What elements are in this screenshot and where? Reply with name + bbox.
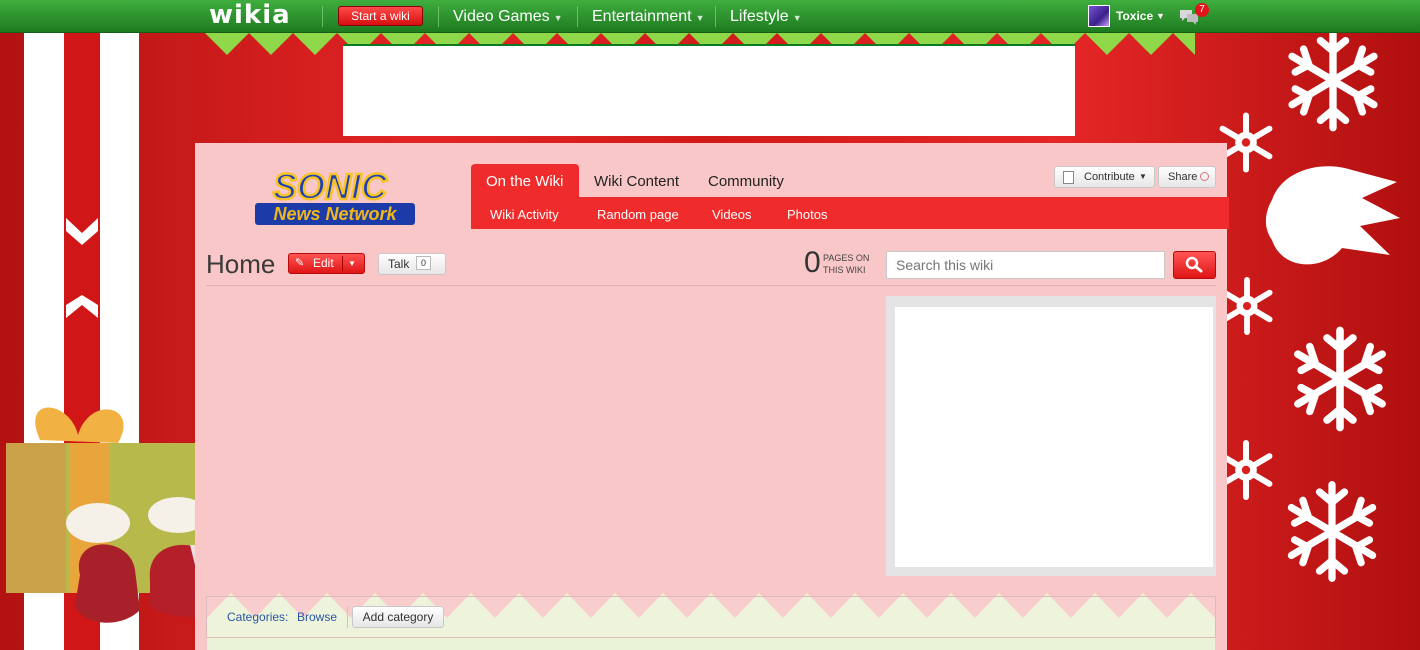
wikia-logo[interactable]: wikia bbox=[209, 0, 291, 33]
subnav-wiki-activity[interactable]: Wiki Activity bbox=[490, 198, 559, 232]
categories-label: Categories: bbox=[227, 610, 289, 624]
chevron-down-icon[interactable]: ▼ bbox=[1156, 0, 1165, 33]
subnav-videos[interactable]: Videos bbox=[712, 198, 752, 232]
rail-ad-slot bbox=[895, 307, 1213, 567]
subnav-random-page[interactable]: Random page bbox=[597, 198, 679, 232]
divider bbox=[322, 6, 323, 27]
page-count-label-line2: THIS WIKI bbox=[823, 265, 866, 275]
hub-lifestyle[interactable]: Lifestyle ▼ bbox=[730, 0, 802, 33]
edit-button[interactable]: ✎ Edit ▼ bbox=[288, 253, 365, 274]
divider bbox=[347, 606, 348, 628]
wiki-logo-line2: News Network bbox=[273, 204, 397, 224]
add-category-button[interactable]: Add category bbox=[352, 606, 444, 628]
talk-count-badge: 0 bbox=[416, 256, 431, 270]
tab-wiki-content[interactable]: Wiki Content bbox=[594, 164, 679, 197]
divider bbox=[342, 256, 343, 271]
subnav-photos[interactable]: Photos bbox=[787, 198, 827, 232]
search-button[interactable] bbox=[1173, 251, 1216, 279]
talk-button[interactable]: Talk 0 bbox=[378, 253, 446, 275]
hub-label: Entertainment bbox=[592, 8, 692, 25]
chevron-down-icon: ▼ bbox=[695, 13, 705, 23]
tab-community[interactable]: Community bbox=[708, 164, 784, 197]
avatar[interactable] bbox=[1088, 5, 1110, 27]
wiki-subnav: Wiki Activity Random page Videos Photos bbox=[471, 197, 1229, 229]
tab-on-the-wiki[interactable]: On the Wiki bbox=[471, 164, 579, 197]
snowflake-icon bbox=[1294, 326, 1386, 432]
chevron-down-icon[interactable]: ▼ bbox=[348, 254, 356, 273]
hub-entertainment[interactable]: Entertainment ▼ bbox=[592, 0, 705, 33]
divider bbox=[577, 6, 578, 27]
categories-browse-link[interactable]: Browse bbox=[297, 610, 337, 624]
right-rail bbox=[886, 296, 1216, 576]
contribute-button[interactable]: Contribute ▼ bbox=[1054, 166, 1155, 188]
search-input[interactable] bbox=[886, 251, 1165, 279]
hub-label: Lifestyle bbox=[730, 8, 789, 25]
search-icon bbox=[1185, 256, 1203, 273]
pencil-icon: ✎ bbox=[295, 257, 305, 269]
page-count-label-line1: PAGES ON bbox=[823, 253, 870, 263]
header-divider bbox=[206, 285, 1216, 286]
notification-count-badge: 7 bbox=[1195, 3, 1209, 17]
wiki-logo[interactable]: SONIC News Network bbox=[245, 165, 415, 227]
snowflake-icon bbox=[1288, 29, 1378, 132]
page-count: 0 bbox=[804, 246, 821, 279]
top-ad-slot bbox=[343, 44, 1075, 136]
page-count-label: PAGES ON THIS WIKI bbox=[823, 252, 869, 276]
chevron-down-icon: ▼ bbox=[553, 13, 563, 23]
page-title: Home bbox=[206, 249, 276, 279]
divider bbox=[438, 6, 439, 27]
divider bbox=[715, 6, 716, 27]
page-icon bbox=[1063, 171, 1074, 184]
wiki-page: SONIC News Network On the Wiki Wiki Cont… bbox=[195, 143, 1229, 650]
sonic-silhouette-icon bbox=[1265, 166, 1400, 265]
talk-label: Talk bbox=[388, 257, 410, 271]
chevron-down-icon: ▼ bbox=[792, 13, 802, 23]
start-a-wiki-button[interactable]: Start a wiki bbox=[338, 6, 423, 26]
share-label: Share bbox=[1168, 171, 1198, 183]
hub-label: Video Games bbox=[453, 8, 550, 25]
global-navigation-bar: wikia Start a wiki Video Games ▼ Entertai… bbox=[0, 0, 1420, 33]
edit-label: Edit bbox=[313, 256, 334, 270]
wiki-logo-line1: SONIC bbox=[273, 166, 388, 207]
chevron-down-icon: ▼ bbox=[1139, 172, 1147, 181]
share-button[interactable]: Share bbox=[1158, 166, 1216, 188]
user-menu-name[interactable]: Toxice bbox=[1116, 0, 1153, 33]
share-icon bbox=[1200, 172, 1209, 181]
categories-bar: Categories: Browse Add category bbox=[206, 596, 1216, 638]
contribute-label: Contribute bbox=[1084, 171, 1135, 183]
snowflake-icon bbox=[1287, 481, 1377, 582]
hub-video-games[interactable]: Video Games ▼ bbox=[453, 0, 563, 33]
